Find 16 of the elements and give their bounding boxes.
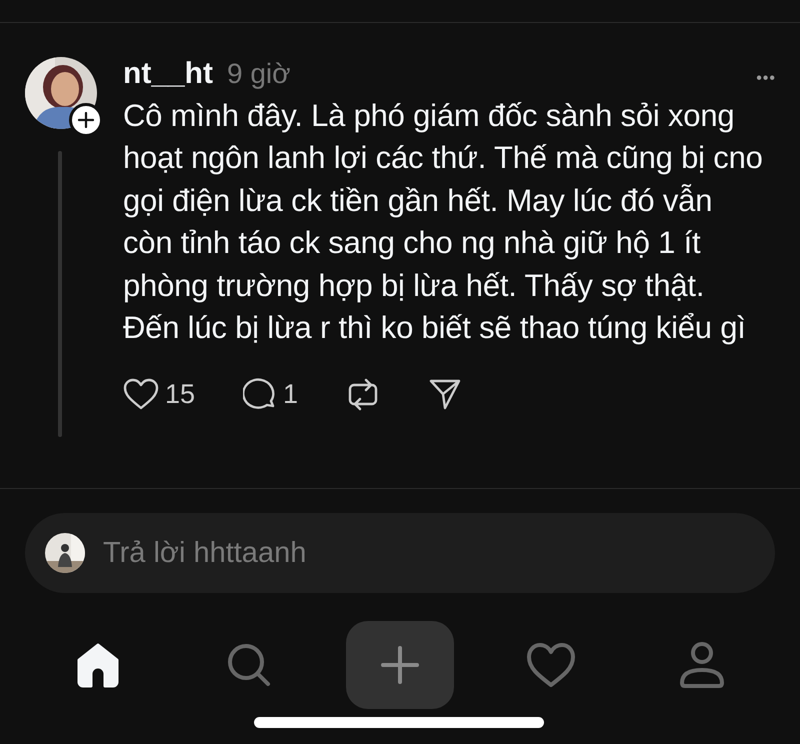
plus-icon (78, 112, 94, 128)
person-icon (679, 641, 726, 689)
speech-bubble-icon (243, 377, 278, 412)
timestamp: 9 giờ (227, 58, 291, 90)
share-button[interactable] (428, 377, 462, 412)
heart-icon (123, 378, 159, 410)
comment-button[interactable]: 1 (243, 377, 298, 412)
username[interactable]: nt__ht (123, 57, 213, 91)
post-text: Cô mình đây. Là phó giám đốc sành sỏi xong hoạt ngôn lanh lợi các thứ. Thế mà cũng bị cno gọi điện lừa ck tiền gần hết. May lúc đó vẫn còn tỉnh táo ck sang cho ng nhà giữ hộ 1 ít phòng trường hợp bị lừa hết. Thấy sợ thật. Đến lúc bị lừa r thì ko biết sẽ thao túng kiểu gì (123, 97, 764, 348)
compose-tab[interactable] (346, 621, 454, 709)
heart-icon (526, 642, 576, 688)
plus-icon (380, 646, 419, 684)
more-button[interactable]: ••• (756, 70, 776, 88)
reply-field[interactable]: Trả lời hhttaanh (25, 513, 775, 593)
like-button[interactable]: 15 (123, 378, 196, 410)
send-icon (428, 377, 462, 412)
